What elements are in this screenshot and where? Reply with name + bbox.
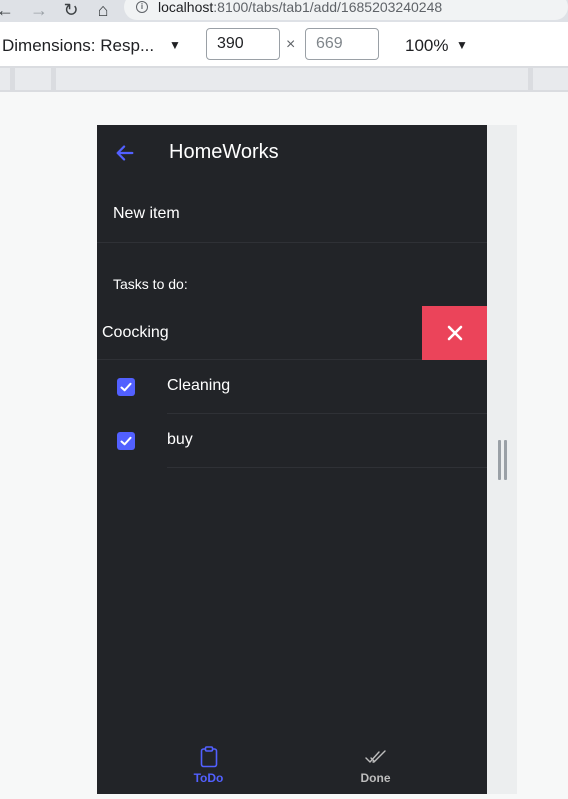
done-all-icon <box>364 746 387 768</box>
checkmark-icon <box>120 436 132 446</box>
back-arrow-icon[interactable]: ← <box>0 0 16 20</box>
new-item-row <box>97 191 487 243</box>
dimensions-caret-icon[interactable]: ▼ <box>169 38 181 52</box>
site-info-icon[interactable]: i <box>136 1 148 13</box>
tab-todo[interactable]: ToDo <box>111 738 306 794</box>
dimensions-select[interactable]: Dimensions: Resp... <box>2 36 154 56</box>
close-icon <box>447 325 462 341</box>
task-checkbox[interactable] <box>117 432 135 450</box>
item-label: buy <box>167 431 193 448</box>
tab-label: ToDo <box>193 771 224 785</box>
times-separator: × <box>286 36 296 53</box>
list-item[interactable]: Cleaning <box>97 360 487 414</box>
reload-icon[interactable]: ↻ <box>60 0 82 20</box>
height-input[interactable]: 669 <box>305 28 379 60</box>
checkmark-icon <box>120 382 132 392</box>
divider <box>167 467 487 468</box>
ruler-segment[interactable] <box>15 68 51 90</box>
device-screen: HomeWorks Tasks to do: Coocking Cleaning… <box>97 125 487 794</box>
delete-button[interactable] <box>422 306 487 360</box>
item-label: Cleaning <box>167 377 231 394</box>
tab-bar: ToDo Done <box>97 738 487 794</box>
new-item-input[interactable] <box>113 205 463 223</box>
ruler-segment[interactable] <box>56 68 528 90</box>
task-checkbox[interactable] <box>117 378 135 396</box>
zoom-caret-icon[interactable]: ▼ <box>456 38 468 52</box>
tab-label: Done <box>360 771 391 785</box>
sliding-item[interactable]: Coocking <box>97 306 487 360</box>
back-button[interactable] <box>109 137 141 169</box>
arrow-back-icon <box>116 145 134 161</box>
home-icon[interactable]: ⌂ <box>92 0 114 20</box>
media-query-ruler[interactable] <box>0 66 568 92</box>
list-header: Tasks to do: <box>113 276 188 292</box>
ruler-segment[interactable] <box>533 68 568 90</box>
forward-arrow-icon[interactable]: → <box>28 0 50 20</box>
app-header: HomeWorks <box>97 125 487 181</box>
address-bar[interactable]: i localhost:8100/tabs/tab1/add/168520324… <box>124 0 568 20</box>
url-path: :8100/tabs/tab1/add/1685203240248 <box>213 0 443 15</box>
url-host: localhost <box>158 0 214 15</box>
clipboard-icon <box>200 746 218 768</box>
list-item[interactable]: buy <box>97 414 487 468</box>
device-toolbar: Dimensions: Resp... ▼ 390 × 669 100% ▼ <box>0 22 568 66</box>
resize-handle[interactable] <box>498 440 507 480</box>
browser-toolbar: ← → ↻ ⌂ i localhost:8100/tabs/tab1/add/1… <box>0 0 568 22</box>
item-label: Coocking <box>102 324 169 341</box>
ruler-segment[interactable] <box>0 68 10 90</box>
zoom-select[interactable]: 100% <box>405 36 448 56</box>
tab-done[interactable]: Done <box>278 738 473 794</box>
width-input[interactable]: 390 <box>206 28 280 60</box>
page-title: HomeWorks <box>169 141 279 163</box>
